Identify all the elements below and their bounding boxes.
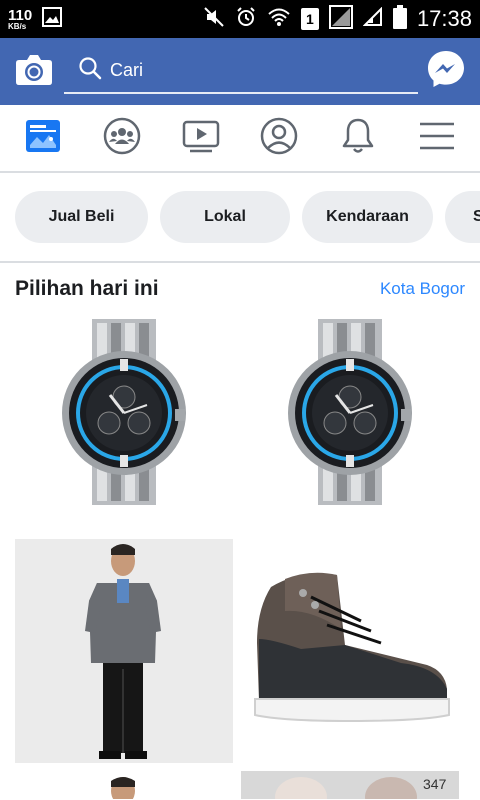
network-speed-unit: KB/s (8, 21, 27, 31)
status-bar: 110 KB/s 1 17:38 (0, 0, 480, 38)
marketplace-icon (25, 119, 61, 158)
chip-jual-beli[interactable]: Jual Beli (15, 191, 148, 243)
nav-menu[interactable] (412, 113, 462, 163)
section-title: Pilihan hari ini (15, 277, 159, 300)
nav-notifications[interactable] (333, 113, 383, 163)
network-speed-value: 110 (8, 6, 33, 24)
shirt-model-image (15, 539, 233, 763)
listing-card[interactable] (15, 771, 233, 799)
search-icon (78, 56, 102, 85)
camera-icon (15, 52, 53, 91)
app-bar (0, 38, 480, 105)
section-header: Pilihan hari ini Kota Bogor (0, 265, 480, 313)
listing-card[interactable] (241, 313, 459, 531)
hijab-image: 347 (241, 771, 459, 799)
model-image (15, 771, 233, 799)
profile-icon (260, 117, 298, 160)
watch-image (62, 319, 186, 505)
listing-card[interactable] (241, 539, 459, 763)
nav-watch[interactable] (176, 113, 226, 163)
chip-partial[interactable]: S (445, 191, 480, 243)
sim-slot-badge: 1 (300, 8, 319, 30)
nav-profile[interactable] (254, 113, 304, 163)
svg-text:347: 347 (423, 776, 447, 792)
messenger-button[interactable] (426, 49, 466, 94)
battery-icon (392, 4, 407, 34)
camera-button[interactable] (14, 52, 54, 92)
chip-kendaraan[interactable]: Kendaraan (302, 191, 433, 243)
watch-icon (182, 119, 220, 158)
alarm-icon (235, 6, 257, 33)
nav-groups[interactable] (97, 113, 147, 163)
clock: 17:38 (416, 6, 472, 31)
listing-grid: 347 (0, 313, 480, 799)
search-bar[interactable] (64, 50, 418, 94)
category-chips: Jual Beli Lokal Kendaraan S (0, 173, 480, 263)
gallery-icon (42, 6, 63, 32)
listing-card[interactable]: 347 (241, 771, 459, 799)
signal-bars-icon (362, 6, 383, 32)
chip-lokal[interactable]: Lokal (160, 191, 290, 243)
search-input[interactable] (110, 60, 390, 81)
notifications-icon (341, 117, 375, 160)
messenger-icon (426, 49, 466, 94)
listing-card[interactable] (15, 313, 233, 531)
network-speed: 110 KB/s (8, 8, 32, 31)
listing-card[interactable] (15, 539, 233, 763)
location-link[interactable]: Kota Bogor (380, 279, 465, 299)
sneaker-image (254, 572, 450, 723)
watch-image (288, 319, 412, 505)
groups-icon (103, 117, 141, 160)
nav-marketplace[interactable] (18, 113, 68, 163)
main-navigation (0, 105, 480, 173)
signal-icon (328, 4, 353, 34)
menu-icon (419, 121, 455, 156)
mute-icon (203, 6, 225, 33)
wifi-icon (267, 6, 291, 33)
